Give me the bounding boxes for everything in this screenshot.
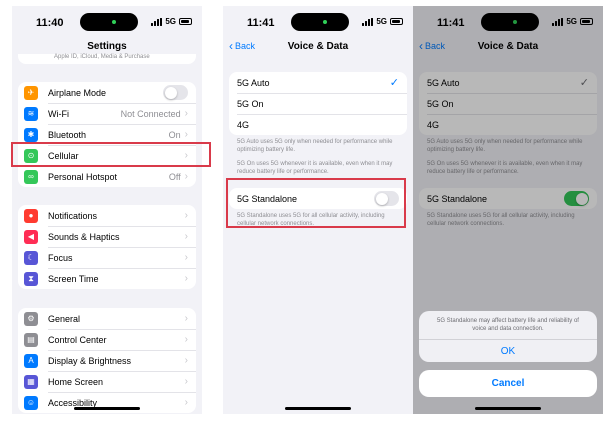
settings-row-label: Display & Brightness [48,355,132,366]
settings-row-label: General [48,313,81,324]
ok-button[interactable]: OK [419,339,597,362]
settings-row[interactable]: ▦ Home Screen › [18,371,196,392]
battery-icon [179,18,192,25]
settings-row-label: Notifications [48,210,98,221]
chevron-right-icon: › [184,273,188,284]
settings-row-label: Focus [48,252,73,263]
wifi-icon: ≋ [24,106,38,121]
network-mode-label: 5G Auto [237,77,270,88]
settings-row[interactable]: ▤ Control Center › [18,329,196,350]
network-type: 5G [165,17,176,26]
chevron-right-icon: › [184,334,188,345]
settings-row[interactable]: ≋ Wi-Fi Not Connected › [18,103,196,124]
5g-on-note: 5G On uses 5G whenever it is available, … [237,161,393,175]
home-screen-icon: ▦ [24,374,38,389]
chevron-right-icon: › [184,171,188,182]
notifications-group: ● Notifications › ◀ Sounds & Haptics › ☾ Focus ›… [18,205,196,289]
screen-time-icon: ⧗ [24,271,38,286]
chevron-right-icon: › [184,313,188,324]
bluetooth-icon: ✱ [24,127,38,142]
hotspot-icon: ∞ [24,169,38,184]
chevron-right-icon: › [184,376,188,387]
settings-row-label: Bluetooth [48,129,87,140]
settings-row[interactable]: ⧗ Screen Time › [18,268,196,289]
standalone-highlight-box [226,178,406,228]
settings-row[interactable]: ✈ Airplane Mode [18,82,196,103]
status-bar: 11:40 5G [12,6,202,36]
network-type: 5G [376,17,387,26]
settings-row-label: Airplane Mode [48,87,107,98]
settings-row-value: Off [168,171,181,182]
network-mode-option[interactable]: 5G Auto ✓ [229,72,407,93]
settings-screen: 11:40 5G Settings Apple ID, iCloud, Medi… [12,6,202,414]
home-indicator [74,407,140,410]
signal-icon [362,17,374,26]
status-bar: 11:41 5G [223,6,413,36]
accessibility-icon: ☺ [24,395,38,410]
alert-message: 5G Standalone may affect battery life an… [437,318,579,332]
chevron-right-icon: › [184,355,188,366]
voice-data-alert-screen: 11:41 5G ‹ Back Voice & Data 5G Auto ✓ 5G O… [413,6,603,414]
chevron-right-icon: › [184,252,188,263]
chevron-right-icon: › [184,397,188,408]
display-icon: A [24,353,38,368]
network-mode-option[interactable]: 5G On [229,93,407,114]
network-mode-group: 5G Auto ✓ 5G On 4G [229,72,407,135]
home-indicator [285,407,351,410]
settings-row-value: Not Connected [120,108,181,119]
settings-row-label: Accessibility [48,397,98,408]
chevron-right-icon: › [184,108,188,119]
status-time: 11:40 [36,17,64,29]
gear-icon: ⚙ [24,311,38,326]
page-title: Settings [87,41,127,52]
5g-auto-note: 5G Auto uses 5G only when needed for per… [237,139,393,153]
chevron-right-icon: › [184,129,188,140]
settings-row-value: On [168,129,181,140]
cancel-button[interactable]: Cancel [419,370,597,397]
focus-icon: ☾ [24,250,38,265]
signal-icon [151,17,163,26]
checkmark-icon: ✓ [389,77,399,89]
settings-row-label: Sounds & Haptics [48,231,120,242]
notifications-icon: ● [24,208,38,223]
settings-row-label: Screen Time [48,273,99,284]
settings-row-label: Control Center [48,334,107,345]
dynamic-island [80,13,138,31]
settings-row[interactable]: ∞ Personal Hotspot Off › [18,166,196,187]
battery-icon [390,18,403,25]
settings-row[interactable]: A Display & Brightness › [18,350,196,371]
chevron-right-icon: › [184,231,188,242]
settings-row-label: Home Screen [48,376,104,387]
network-mode-label: 4G [237,119,250,130]
control-center-icon: ▤ [24,332,38,347]
network-mode-label: 5G On [237,98,264,109]
settings-row-label: Wi-Fi [48,108,69,119]
home-indicator [475,407,541,410]
network-mode-option[interactable]: 4G [229,114,407,135]
dynamic-island [291,13,349,31]
settings-row[interactable]: ⚙ General › [18,308,196,329]
sounds-icon: ◀ [24,229,38,244]
settings-row[interactable]: ● Notifications › [18,205,196,226]
page-title: Voice & Data [287,41,349,52]
settings-row[interactable]: ◀ Sounds & Haptics › [18,226,196,247]
airplane-icon: ✈ [24,85,38,100]
apple-id-hint[interactable]: Apple ID, iCloud, Media & Purchase [18,54,196,64]
action-sheet: 5G Standalone may affect battery life an… [419,311,597,362]
chevron-right-icon: › [184,210,188,221]
status-time: 11:41 [247,17,275,29]
general-group: ⚙ General › ▤ Control Center › A Display & Brig… [18,308,196,413]
connectivity-group: ✈ Airplane Mode ≋ Wi-Fi Not Connected › ✱ Bluet… [18,82,196,187]
settings-row[interactable]: ☾ Focus › [18,247,196,268]
settings-row-label: Personal Hotspot [48,171,118,182]
cellular-highlight-box [11,142,211,167]
airplane-mode-toggle[interactable] [163,85,188,100]
